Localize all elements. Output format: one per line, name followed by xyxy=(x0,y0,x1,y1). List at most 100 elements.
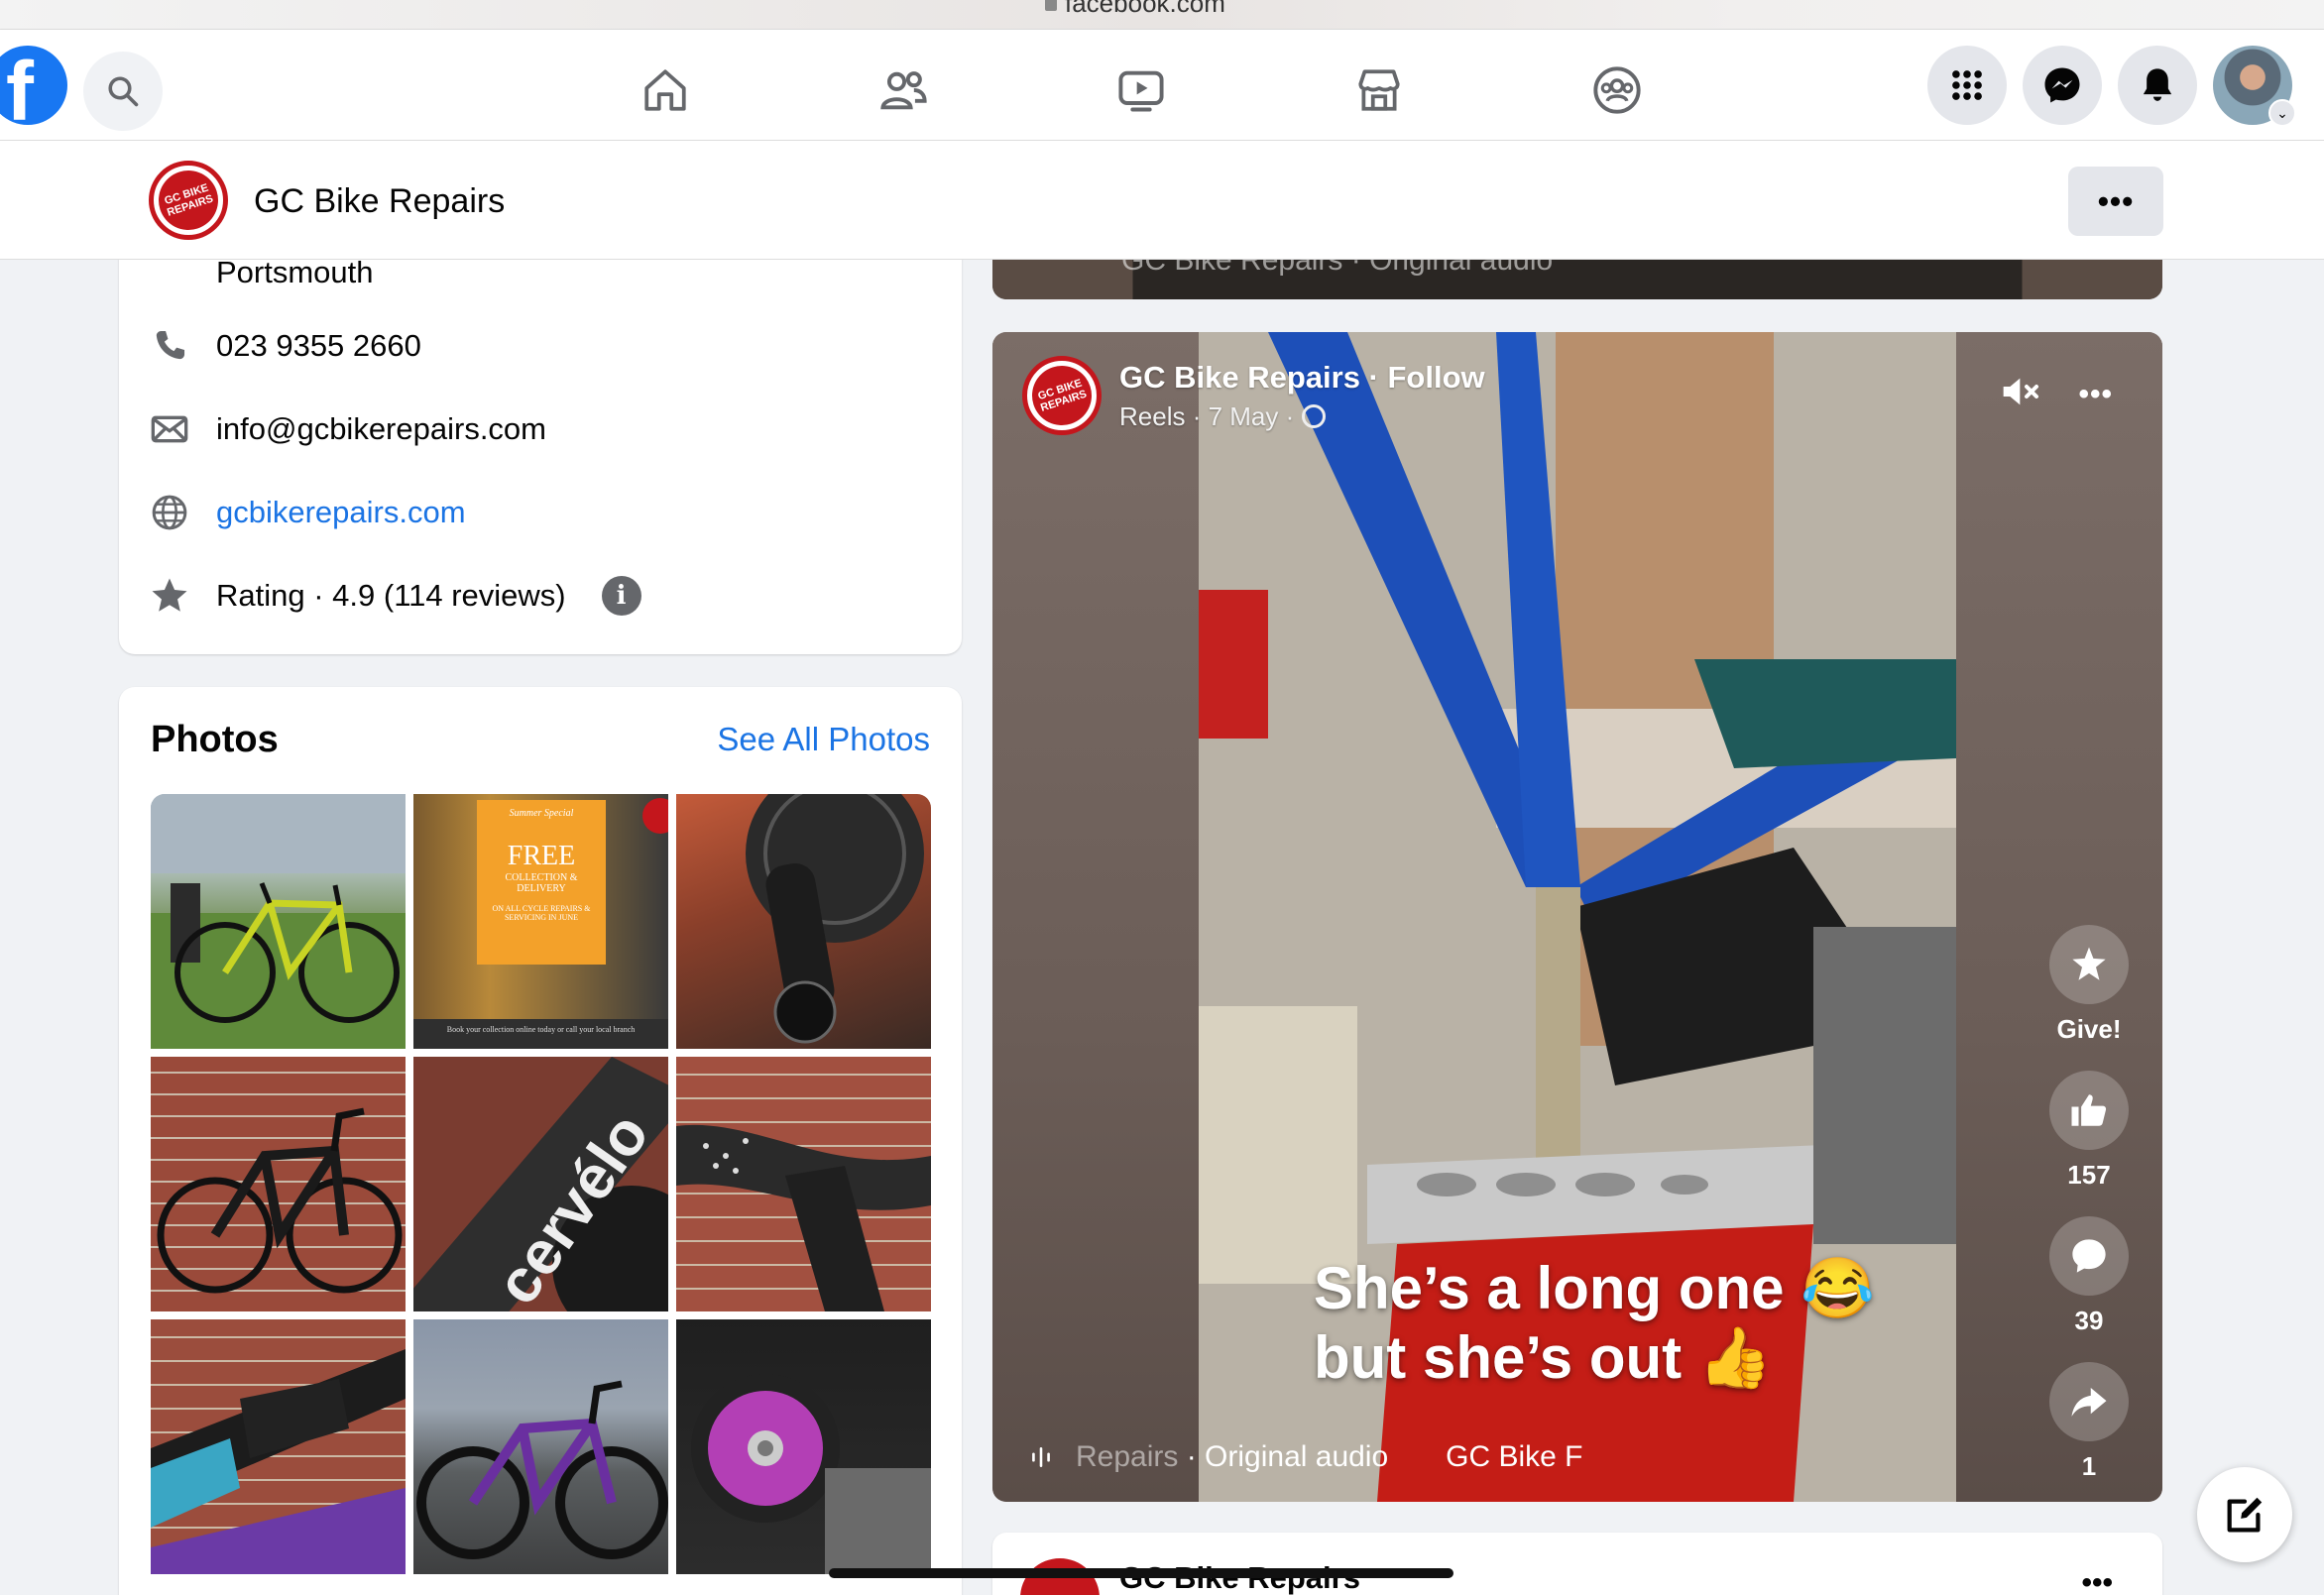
groups-icon xyxy=(1593,66,1641,114)
photo-thumbnail[interactable]: cervélo xyxy=(413,1057,668,1311)
mute-button[interactable] xyxy=(2000,372,2043,416)
compose-edit-icon xyxy=(2227,1497,2263,1533)
brake-lever-image xyxy=(151,1349,406,1574)
photo-thumbnail[interactable] xyxy=(151,1319,406,1574)
like-circle[interactable] xyxy=(2049,1071,2129,1150)
intro-location: Portsmouth xyxy=(216,255,374,289)
friends-tab[interactable] xyxy=(869,56,938,125)
reel-meta-row: Reels · 7 May · xyxy=(1119,401,1485,432)
search-button[interactable] xyxy=(83,52,163,131)
poster-heading: Summer Special xyxy=(509,808,574,819)
reel-author-logo[interactable]: GC BIKE REPAIRS xyxy=(1022,356,1102,435)
poster-footer-bar: Book your collection online today or cal… xyxy=(413,1019,668,1049)
friends-icon xyxy=(880,71,927,110)
intro-rating: Rating · 4.9 (114 reviews) xyxy=(216,578,566,613)
compose-button[interactable] xyxy=(2197,1467,2292,1562)
poster-box: Summer Special FREE COLLECTION & DELIVER… xyxy=(477,800,606,965)
page-more-button[interactable]: ••• xyxy=(2068,167,2163,236)
photo-thumbnail[interactable] xyxy=(676,1319,931,1574)
reel-author-follow[interactable]: GC Bike Repairs · Follow xyxy=(1119,360,1485,396)
poster-free: FREE xyxy=(507,841,576,871)
marketplace-tab[interactable] xyxy=(1344,56,1414,125)
share-arrow-icon xyxy=(2071,1388,2107,1417)
poster-logo xyxy=(642,798,668,834)
reel-author-info: GC Bike Repairs · Follow Reels · 7 May · xyxy=(1119,360,1485,432)
share-circle[interactable] xyxy=(2049,1362,2129,1441)
groups-tab[interactable] xyxy=(1582,56,1652,125)
url-text-wrap: facebook.com xyxy=(1045,0,1225,19)
reel-audio-next: GC Bike F xyxy=(1446,1440,1583,1473)
url-text: facebook.com xyxy=(1065,0,1225,18)
thumbs-up-icon xyxy=(2071,1094,2107,1126)
phone-icon xyxy=(156,330,185,360)
frame-closeup-image: cervélo xyxy=(413,1057,668,1311)
like-action[interactable]: 157 xyxy=(2049,1071,2129,1191)
reel-more-button[interactable]: ••• xyxy=(2078,378,2113,411)
photo-thumbnail[interactable] xyxy=(676,794,931,1049)
comment-icon xyxy=(2072,1239,2106,1273)
poster-service: COLLECTION & DELIVERY xyxy=(505,872,578,894)
info-icon[interactable]: i xyxy=(601,576,641,616)
page-name[interactable]: GC Bike Repairs xyxy=(254,182,505,221)
bicycle-image xyxy=(157,1107,403,1294)
reel-audio-label: · Original audio xyxy=(1186,1440,1389,1473)
like-count: 157 xyxy=(2067,1160,2111,1190)
caption-line-1: She’s a long one 😂 xyxy=(1314,1255,1875,1321)
reel-actions: Give! 157 39 1 xyxy=(2047,925,2131,1502)
bicycle-image xyxy=(151,794,406,1049)
give-action[interactable]: Give! xyxy=(2049,925,2129,1045)
intro-rating-row: Rating · 4.9 (114 reviews) i xyxy=(149,575,641,617)
comment-count: 39 xyxy=(2074,1306,2104,1335)
email-icon xyxy=(151,415,188,443)
see-all-photos-link[interactable]: See All Photos xyxy=(717,721,930,758)
caption-line-2: but she’s out 👍 xyxy=(1314,1324,1773,1391)
share-count: 1 xyxy=(2081,1451,2097,1481)
handlebar-image xyxy=(676,1124,931,1311)
next-post-more-button[interactable]: ••• xyxy=(2081,1566,2113,1595)
facebook-logo-letter: f xyxy=(6,46,34,125)
intro-website-link[interactable]: gcbikerepairs.com xyxy=(216,495,466,530)
reel-audio-row[interactable]: Repairs · Original audio GC Bike F xyxy=(1028,1440,1583,1474)
messenger-button[interactable] xyxy=(2023,46,2102,125)
page-logo[interactable]: GC BIKE REPAIRS xyxy=(149,161,228,240)
notifications-icon xyxy=(2143,68,2172,101)
reel-header: GC BIKE REPAIRS GC Bike Repairs · Follow… xyxy=(1022,356,1485,435)
photo-thumbnail[interactable] xyxy=(413,1319,668,1574)
photo-thumbnail-poster[interactable]: Summer Special FREE COLLECTION & DELIVER… xyxy=(413,794,668,1049)
poster-footer: Book your collection online today or cal… xyxy=(446,1025,636,1034)
chevron-down-icon[interactable]: ⌄ xyxy=(2268,99,2296,127)
reel-card[interactable]: GC BIKE REPAIRS GC Bike Repairs · Follow… xyxy=(992,332,2162,1502)
reel-logo-text: GC BIKE REPAIRS xyxy=(1027,361,1097,430)
intro-website-row[interactable]: gcbikerepairs.com xyxy=(149,492,466,533)
photos-card: Photos See All Photos Summer Special FRE… xyxy=(119,687,962,1595)
share-action[interactable]: 1 xyxy=(2049,1362,2129,1482)
search-icon xyxy=(108,76,139,107)
photo-thumbnail[interactable] xyxy=(151,1057,406,1311)
intro-email-row[interactable]: info@gcbikerepairs.com xyxy=(149,408,546,450)
photo-thumbnail[interactable] xyxy=(676,1057,931,1311)
facebook-logo[interactable]: f xyxy=(0,46,67,125)
browser-url-bar[interactable]: facebook.com xyxy=(0,0,2324,30)
give-circle[interactable] xyxy=(2049,925,2129,1004)
give-star-icon xyxy=(2072,947,2106,980)
bicycle-image xyxy=(416,1380,668,1559)
watch-tab[interactable] xyxy=(1106,56,1176,125)
home-indicator xyxy=(829,1568,1453,1578)
reel-meta: Reels · 7 May · xyxy=(1119,400,1295,431)
intro-phone-row[interactable]: 023 9355 2660 xyxy=(149,325,421,367)
home-tab[interactable] xyxy=(631,56,700,125)
reel-audio-faded: Repairs xyxy=(1076,1440,1179,1473)
home-icon xyxy=(644,69,686,111)
page-header: GC BIKE REPAIRS GC Bike Repairs ••• xyxy=(0,141,2324,260)
next-post-card[interactable]: GC Bike Repairs ••• xyxy=(992,1533,2162,1595)
comment-circle[interactable] xyxy=(2049,1216,2129,1296)
derailleur-image xyxy=(746,794,924,1044)
messenger-icon xyxy=(2044,67,2080,103)
reel-blur-left xyxy=(992,332,1199,1502)
notifications-button[interactable] xyxy=(2118,46,2197,125)
photos-title: Photos xyxy=(151,719,279,760)
page-logo-text: GC BIKE REPAIRS xyxy=(154,166,223,235)
comment-action[interactable]: 39 xyxy=(2049,1216,2129,1336)
menu-button[interactable] xyxy=(1927,46,2007,125)
photo-thumbnail[interactable] xyxy=(151,794,406,1049)
